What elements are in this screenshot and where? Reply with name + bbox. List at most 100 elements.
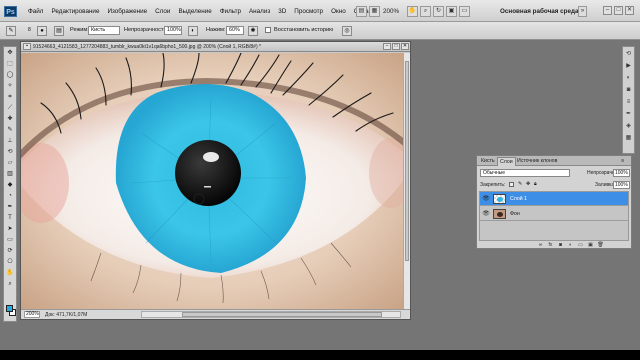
foreground-color-swatch[interactable] bbox=[6, 305, 13, 312]
link-layers-icon[interactable]: ∞ bbox=[537, 242, 544, 248]
horizontal-scroll-thumb[interactable] bbox=[182, 312, 382, 317]
document-close-icon[interactable]: ✕ bbox=[401, 43, 409, 50]
3d-camera-tool-icon[interactable]: ⎔ bbox=[4, 257, 16, 267]
move-tool-icon[interactable]: ✥ bbox=[4, 48, 16, 58]
magic-wand-tool-icon[interactable]: ✧ bbox=[4, 81, 16, 91]
maximize-icon[interactable]: □ bbox=[614, 6, 623, 15]
zoom-level[interactable]: 200% bbox=[383, 8, 399, 15]
delete-layer-icon[interactable]: 🗑︎ bbox=[597, 242, 604, 248]
eraser-tool-icon[interactable]: ▱ bbox=[4, 158, 16, 168]
status-zoom-input[interactable]: 200% bbox=[24, 311, 40, 318]
history-brush-tool-icon[interactable]: ⟲ bbox=[4, 147, 16, 157]
tab-layers[interactable]: Слои bbox=[497, 157, 516, 166]
restore-history-checkbox[interactable] bbox=[265, 27, 271, 33]
menu-view[interactable]: Просмотр bbox=[290, 6, 327, 17]
document-maximize-icon[interactable]: □ bbox=[392, 43, 400, 50]
tab-brush[interactable]: Кисть bbox=[479, 157, 497, 166]
close-icon[interactable]: ✕ bbox=[625, 6, 634, 15]
layer-opacity-input[interactable]: 100% bbox=[613, 169, 630, 177]
vertical-scroll-thumb[interactable] bbox=[405, 61, 409, 261]
new-group-icon[interactable]: ▭ bbox=[577, 242, 584, 248]
menu-3d[interactable]: 3D bbox=[274, 6, 290, 17]
color-panel-icon[interactable]: ◈ bbox=[623, 121, 634, 131]
tab-clone-source[interactable]: Источник клонов bbox=[515, 157, 559, 166]
adjustments-panel-icon[interactable]: ◐ bbox=[623, 73, 634, 83]
layer-style-icon[interactable]: fx bbox=[547, 242, 554, 248]
panel-menu-icon[interactable]: ≡ bbox=[619, 157, 626, 166]
brush-preset-icon[interactable]: ● bbox=[37, 26, 47, 36]
blend-mode-select[interactable]: Обычные bbox=[480, 169, 570, 177]
brush-panel-icon[interactable]: ▤ bbox=[54, 26, 64, 36]
3d-rotate-tool-icon[interactable]: ⟳ bbox=[4, 246, 16, 256]
adjustment-layer-icon[interactable]: ◐ bbox=[567, 242, 574, 248]
layer-row-background[interactable]: 👁︎ Фон bbox=[480, 207, 628, 221]
mode-select[interactable]: Кисть bbox=[88, 26, 120, 35]
menu-layers[interactable]: Слои bbox=[151, 6, 174, 17]
add-mask-icon[interactable]: ◙ bbox=[557, 242, 564, 248]
document-tab[interactable]: ▪ 91524663_4121583_1277204883_tumblr_kwu… bbox=[21, 42, 410, 52]
lock-transparency-icon[interactable] bbox=[509, 182, 514, 187]
rotate-view-icon[interactable]: ↻ bbox=[433, 6, 444, 17]
horizontal-scrollbar[interactable] bbox=[141, 311, 401, 318]
vertical-scrollbar[interactable] bbox=[403, 53, 410, 309]
lock-position-icon[interactable]: ✥ bbox=[526, 181, 530, 187]
actions-panel-icon[interactable]: ▶ bbox=[623, 61, 634, 71]
new-layer-icon[interactable]: ▣ bbox=[587, 242, 594, 248]
lock-all-icon[interactable]: 🔒︎ bbox=[534, 181, 537, 187]
screen-mode-icon[interactable]: ▭ bbox=[459, 6, 470, 17]
menu-edit[interactable]: Редактирование bbox=[47, 6, 103, 17]
fill-input[interactable]: 100% bbox=[613, 181, 630, 189]
swatches-panel-icon[interactable]: ▦ bbox=[623, 133, 634, 143]
clone-stamp-tool-icon[interactable]: ⊥ bbox=[4, 136, 16, 146]
paths-panel-icon[interactable]: ✒ bbox=[623, 109, 634, 119]
minimize-icon[interactable]: – bbox=[603, 6, 612, 15]
hand-tool-icon[interactable]: ✋ bbox=[4, 268, 16, 278]
brush-size[interactable]: 8 bbox=[28, 27, 31, 33]
healing-brush-tool-icon[interactable]: ✚ bbox=[4, 114, 16, 124]
dodge-tool-icon[interactable]: ◔ bbox=[4, 191, 16, 201]
blur-tool-icon[interactable]: ◆ bbox=[4, 180, 16, 190]
eye-icon[interactable]: 👁︎ bbox=[482, 210, 490, 218]
eye-icon[interactable]: 👁︎ bbox=[482, 195, 490, 203]
menu-window[interactable]: Окно bbox=[327, 6, 350, 17]
workspace-switcher[interactable]: Основная рабочая среда bbox=[500, 8, 579, 15]
marquee-tool-icon[interactable]: ⬚ bbox=[4, 59, 16, 69]
tablet-opacity-icon[interactable]: ◐ bbox=[188, 26, 198, 36]
airbrush-icon[interactable]: ✺ bbox=[248, 26, 258, 36]
zoom-tool-icon[interactable]: ⌕ bbox=[420, 6, 431, 17]
document-minimize-icon[interactable]: – bbox=[383, 43, 391, 50]
channels-panel-icon[interactable]: ≡ bbox=[623, 97, 634, 107]
hand-tool-icon[interactable]: ✋ bbox=[407, 6, 418, 17]
layer-row-layer1[interactable]: 👁︎ Слой 1 bbox=[480, 192, 628, 206]
document-status-bar: 200% Док: 471,7K/1,07M bbox=[21, 309, 410, 319]
pen-tool-icon[interactable]: ✒ bbox=[4, 202, 16, 212]
launch-bridge-icon[interactable]: ▤ bbox=[356, 6, 367, 17]
layer-name: Фон bbox=[510, 211, 520, 217]
history-panel-icon[interactable]: ⟲ bbox=[623, 49, 634, 59]
menu-analysis[interactable]: Анализ bbox=[245, 6, 274, 17]
zoom-tool-icon[interactable]: ⌕ bbox=[4, 279, 16, 289]
menu-image[interactable]: Изображение bbox=[103, 6, 151, 17]
menu-file[interactable]: Файл bbox=[24, 6, 47, 17]
lasso-tool-icon[interactable]: ◯ bbox=[4, 70, 16, 80]
pressure-input[interactable]: 60% bbox=[226, 26, 244, 35]
lock-pixels-icon[interactable]: ✎ bbox=[518, 181, 522, 187]
tablet-size-icon[interactable]: ◎ bbox=[342, 26, 352, 36]
type-tool-icon[interactable]: T bbox=[4, 213, 16, 223]
shape-tool-icon[interactable]: ▭ bbox=[4, 235, 16, 245]
document-size-info[interactable]: Док: 471,7K/1,07M bbox=[45, 312, 87, 318]
arrange-documents-icon[interactable]: ▣ bbox=[446, 6, 457, 17]
eyedropper-tool-icon[interactable]: ⟋ bbox=[4, 103, 16, 113]
path-selection-tool-icon[interactable]: ➤ bbox=[4, 224, 16, 234]
tool-preset-icon[interactable]: ✎ bbox=[6, 26, 16, 36]
crop-tool-icon[interactable]: ⌗ bbox=[4, 92, 16, 102]
menu-filter[interactable]: Фильтр bbox=[216, 6, 245, 17]
image-canvas[interactable] bbox=[21, 53, 403, 309]
workspace-menu-icon[interactable]: » bbox=[578, 6, 587, 17]
brush-tool-icon[interactable]: ✎ bbox=[4, 125, 16, 135]
opacity-input[interactable]: 100% bbox=[164, 26, 182, 35]
gradient-tool-icon[interactable]: ▥ bbox=[4, 169, 16, 179]
masks-panel-icon[interactable]: ◙ bbox=[623, 85, 634, 95]
menu-select[interactable]: Выделение bbox=[174, 6, 215, 17]
view-extras-icon[interactable]: ▦ bbox=[369, 6, 380, 17]
